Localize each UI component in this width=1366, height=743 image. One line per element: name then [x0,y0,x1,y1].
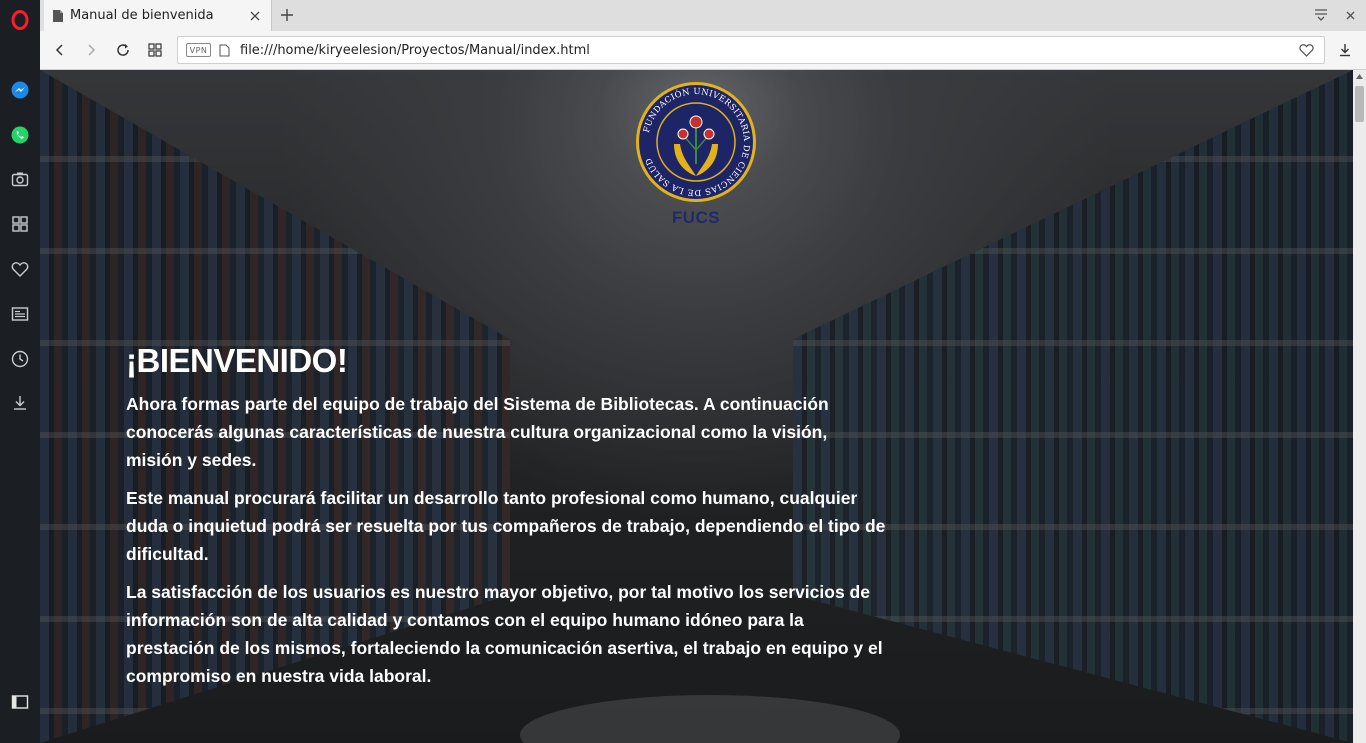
whatsapp-icon[interactable] [8,123,32,147]
tab-title: Manual de bienvenida [70,8,214,23]
back-arrow-icon [55,44,63,56]
logo-acronym: FUCS [671,208,721,227]
messenger-icon[interactable] [8,78,32,102]
reload-button[interactable] [111,39,135,61]
scroll-thumb[interactable] [1355,86,1364,122]
fucs-logo: FUNDACIÓN UNIVERSITARIA DE CIENCIAS DE L… [636,82,756,202]
grid-icon [148,43,162,57]
opera-logo-icon[interactable] [8,8,32,32]
tab-strip: Manual de bienvenida [40,0,1366,31]
reload-icon [117,44,129,56]
clock-icon[interactable] [8,347,32,371]
news-icon[interactable] [8,302,32,326]
opera-sidebar [0,0,40,743]
download-icon[interactable] [8,391,32,415]
welcome-section: ¡BIENVENIDO! Ahora formas parte del equi… [126,342,886,700]
navigation-bar: VPN file:///home/kiryeelesion/Proyectos/… [40,31,1366,70]
sidebar-toggle-icon[interactable] [8,690,32,714]
scroll-up-arrow-icon[interactable] [1355,72,1364,81]
grid-icon[interactable] [8,212,32,236]
satisfaction-paragraph: La satisfacción de los usuarios es nuest… [126,582,883,686]
forward-button[interactable] [79,39,103,61]
tab-menu-button[interactable] [1310,5,1332,25]
heart-icon[interactable] [8,257,32,281]
downloads-button[interactable] [1333,39,1357,61]
close-icon[interactable] [245,6,265,26]
download-icon [1340,44,1350,57]
intro-paragraph: Ahora formas parte del equipo de trabajo… [126,394,829,470]
file-icon [219,44,230,56]
new-tab-button[interactable] [276,4,298,26]
address-bar[interactable]: VPN file:///home/kiryeelesion/Proyectos/… [177,36,1325,64]
tabs-overview-button[interactable] [143,39,167,61]
vertical-scrollbar[interactable] [1353,70,1366,743]
plus-icon [281,9,293,21]
tab-menu-icon [1315,9,1327,21]
close-icon [1346,11,1354,19]
page-title: ¡BIENVENIDO! [126,342,348,379]
camera-icon[interactable] [8,167,32,191]
manual-paragraph: Este manual procurará facilitar un desar… [126,488,886,564]
page-content: FUNDACIÓN UNIVERSITARIA DE CIENCIAS DE L… [40,70,1353,743]
tab-manual[interactable]: Manual de bienvenida [44,0,272,31]
url-text[interactable]: file:///home/kiryeelesion/Proyectos/Manu… [240,43,1296,58]
back-button[interactable] [48,39,72,61]
forward-arrow-icon [88,44,96,56]
bookmark-heart-icon[interactable] [1296,40,1316,60]
page-icon [53,9,63,22]
vpn-badge[interactable]: VPN [186,43,211,57]
window-close-button[interactable] [1340,5,1360,25]
